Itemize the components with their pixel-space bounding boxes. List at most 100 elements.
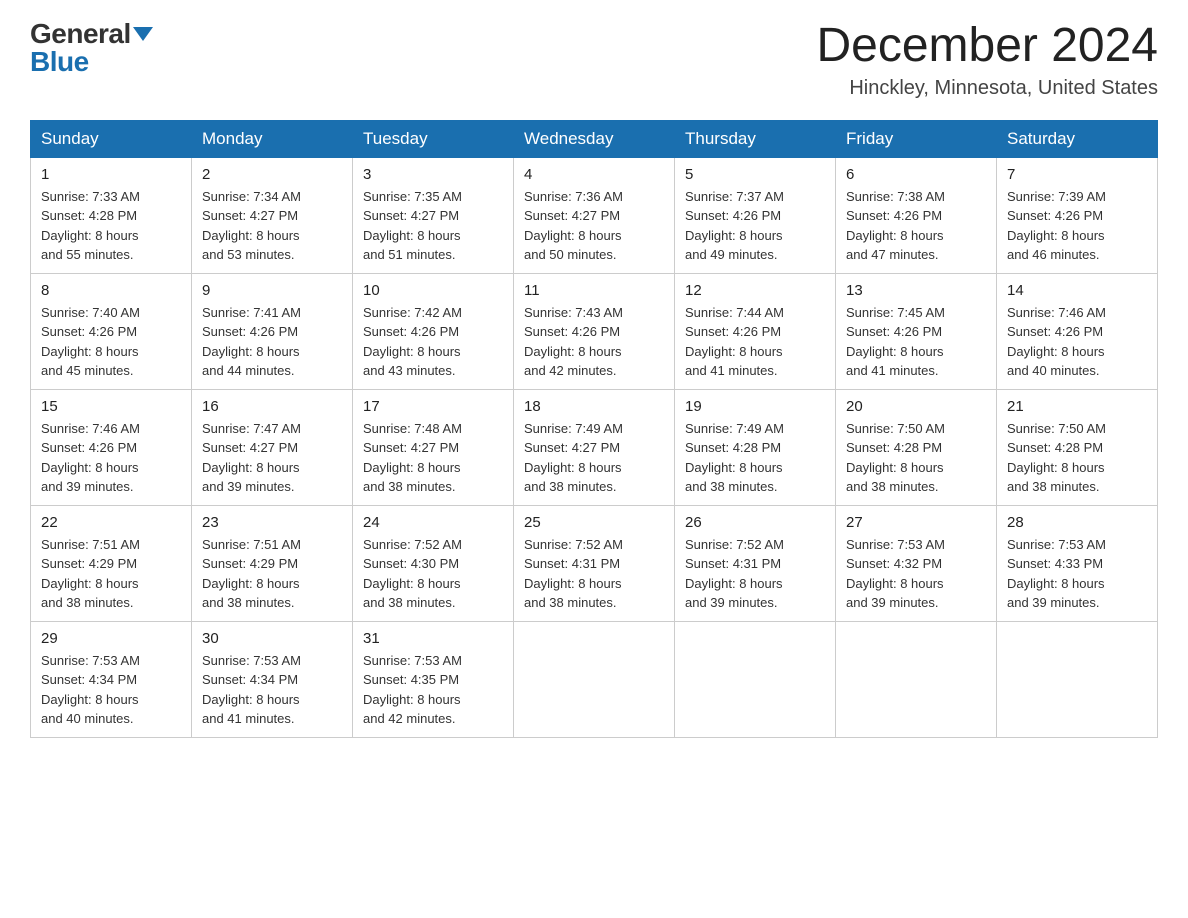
day-info: Sunrise: 7:39 AM Sunset: 4:26 PM Dayligh…	[1007, 187, 1147, 265]
calendar-cell: 7 Sunrise: 7:39 AM Sunset: 4:26 PM Dayli…	[997, 157, 1158, 273]
calendar-header-saturday: Saturday	[997, 120, 1158, 157]
calendar-header-row: SundayMondayTuesdayWednesdayThursdayFrid…	[31, 120, 1158, 157]
calendar-cell	[514, 621, 675, 737]
day-number: 13	[846, 282, 986, 299]
calendar-header-wednesday: Wednesday	[514, 120, 675, 157]
logo-general-text: General	[30, 20, 131, 48]
calendar-cell: 4 Sunrise: 7:36 AM Sunset: 4:27 PM Dayli…	[514, 157, 675, 273]
calendar-cell: 18 Sunrise: 7:49 AM Sunset: 4:27 PM Dayl…	[514, 389, 675, 505]
logo-blue-text: Blue	[30, 46, 89, 77]
day-number: 4	[524, 166, 664, 183]
calendar-cell: 17 Sunrise: 7:48 AM Sunset: 4:27 PM Dayl…	[353, 389, 514, 505]
calendar-cell: 15 Sunrise: 7:46 AM Sunset: 4:26 PM Dayl…	[31, 389, 192, 505]
day-info: Sunrise: 7:36 AM Sunset: 4:27 PM Dayligh…	[524, 187, 664, 265]
day-number: 25	[524, 514, 664, 531]
calendar-header-tuesday: Tuesday	[353, 120, 514, 157]
day-number: 5	[685, 166, 825, 183]
day-info: Sunrise: 7:49 AM Sunset: 4:27 PM Dayligh…	[524, 419, 664, 497]
day-number: 21	[1007, 398, 1147, 415]
calendar-cell: 5 Sunrise: 7:37 AM Sunset: 4:26 PM Dayli…	[675, 157, 836, 273]
calendar-cell: 6 Sunrise: 7:38 AM Sunset: 4:26 PM Dayli…	[836, 157, 997, 273]
day-number: 26	[685, 514, 825, 531]
calendar-cell: 1 Sunrise: 7:33 AM Sunset: 4:28 PM Dayli…	[31, 157, 192, 273]
day-info: Sunrise: 7:48 AM Sunset: 4:27 PM Dayligh…	[363, 419, 503, 497]
day-number: 31	[363, 630, 503, 647]
calendar-header-friday: Friday	[836, 120, 997, 157]
day-number: 15	[41, 398, 181, 415]
calendar-cell: 28 Sunrise: 7:53 AM Sunset: 4:33 PM Dayl…	[997, 505, 1158, 621]
calendar-cell: 23 Sunrise: 7:51 AM Sunset: 4:29 PM Dayl…	[192, 505, 353, 621]
day-info: Sunrise: 7:53 AM Sunset: 4:34 PM Dayligh…	[41, 651, 181, 729]
day-info: Sunrise: 7:43 AM Sunset: 4:26 PM Dayligh…	[524, 303, 664, 381]
page-header: General Blue December 2024 Hinckley, Min…	[30, 20, 1158, 100]
day-info: Sunrise: 7:53 AM Sunset: 4:33 PM Dayligh…	[1007, 535, 1147, 613]
calendar-cell: 8 Sunrise: 7:40 AM Sunset: 4:26 PM Dayli…	[31, 273, 192, 389]
calendar-cell: 11 Sunrise: 7:43 AM Sunset: 4:26 PM Dayl…	[514, 273, 675, 389]
calendar-cell	[997, 621, 1158, 737]
calendar-header-thursday: Thursday	[675, 120, 836, 157]
day-info: Sunrise: 7:51 AM Sunset: 4:29 PM Dayligh…	[202, 535, 342, 613]
title-block: December 2024 Hinckley, Minnesota, Unite…	[816, 20, 1158, 100]
day-number: 12	[685, 282, 825, 299]
calendar-cell: 29 Sunrise: 7:53 AM Sunset: 4:34 PM Dayl…	[31, 621, 192, 737]
calendar-week-1: 1 Sunrise: 7:33 AM Sunset: 4:28 PM Dayli…	[31, 157, 1158, 273]
calendar-cell: 25 Sunrise: 7:52 AM Sunset: 4:31 PM Dayl…	[514, 505, 675, 621]
calendar-cell: 26 Sunrise: 7:52 AM Sunset: 4:31 PM Dayl…	[675, 505, 836, 621]
day-info: Sunrise: 7:44 AM Sunset: 4:26 PM Dayligh…	[685, 303, 825, 381]
day-info: Sunrise: 7:35 AM Sunset: 4:27 PM Dayligh…	[363, 187, 503, 265]
day-info: Sunrise: 7:41 AM Sunset: 4:26 PM Dayligh…	[202, 303, 342, 381]
day-number: 29	[41, 630, 181, 647]
day-number: 9	[202, 282, 342, 299]
calendar-week-5: 29 Sunrise: 7:53 AM Sunset: 4:34 PM Dayl…	[31, 621, 1158, 737]
day-info: Sunrise: 7:45 AM Sunset: 4:26 PM Dayligh…	[846, 303, 986, 381]
day-number: 28	[1007, 514, 1147, 531]
day-number: 18	[524, 398, 664, 415]
location-title: Hinckley, Minnesota, United States	[816, 77, 1158, 100]
day-number: 11	[524, 282, 664, 299]
day-number: 19	[685, 398, 825, 415]
day-info: Sunrise: 7:53 AM Sunset: 4:35 PM Dayligh…	[363, 651, 503, 729]
calendar-cell	[675, 621, 836, 737]
calendar-cell: 9 Sunrise: 7:41 AM Sunset: 4:26 PM Dayli…	[192, 273, 353, 389]
day-info: Sunrise: 7:34 AM Sunset: 4:27 PM Dayligh…	[202, 187, 342, 265]
day-number: 1	[41, 166, 181, 183]
day-info: Sunrise: 7:52 AM Sunset: 4:30 PM Dayligh…	[363, 535, 503, 613]
day-info: Sunrise: 7:38 AM Sunset: 4:26 PM Dayligh…	[846, 187, 986, 265]
day-info: Sunrise: 7:52 AM Sunset: 4:31 PM Dayligh…	[524, 535, 664, 613]
day-number: 3	[363, 166, 503, 183]
calendar-cell: 16 Sunrise: 7:47 AM Sunset: 4:27 PM Dayl…	[192, 389, 353, 505]
calendar-week-4: 22 Sunrise: 7:51 AM Sunset: 4:29 PM Dayl…	[31, 505, 1158, 621]
day-info: Sunrise: 7:33 AM Sunset: 4:28 PM Dayligh…	[41, 187, 181, 265]
calendar-cell: 10 Sunrise: 7:42 AM Sunset: 4:26 PM Dayl…	[353, 273, 514, 389]
day-number: 22	[41, 514, 181, 531]
calendar-cell: 12 Sunrise: 7:44 AM Sunset: 4:26 PM Dayl…	[675, 273, 836, 389]
day-info: Sunrise: 7:46 AM Sunset: 4:26 PM Dayligh…	[41, 419, 181, 497]
calendar-cell: 19 Sunrise: 7:49 AM Sunset: 4:28 PM Dayl…	[675, 389, 836, 505]
day-info: Sunrise: 7:53 AM Sunset: 4:34 PM Dayligh…	[202, 651, 342, 729]
calendar-cell: 14 Sunrise: 7:46 AM Sunset: 4:26 PM Dayl…	[997, 273, 1158, 389]
calendar-cell: 13 Sunrise: 7:45 AM Sunset: 4:26 PM Dayl…	[836, 273, 997, 389]
day-number: 20	[846, 398, 986, 415]
calendar-cell: 3 Sunrise: 7:35 AM Sunset: 4:27 PM Dayli…	[353, 157, 514, 273]
calendar-week-2: 8 Sunrise: 7:40 AM Sunset: 4:26 PM Dayli…	[31, 273, 1158, 389]
day-info: Sunrise: 7:53 AM Sunset: 4:32 PM Dayligh…	[846, 535, 986, 613]
logo-triangle-icon	[133, 27, 153, 41]
calendar-table: SundayMondayTuesdayWednesdayThursdayFrid…	[30, 120, 1158, 738]
day-info: Sunrise: 7:40 AM Sunset: 4:26 PM Dayligh…	[41, 303, 181, 381]
day-number: 23	[202, 514, 342, 531]
day-number: 10	[363, 282, 503, 299]
calendar-cell: 2 Sunrise: 7:34 AM Sunset: 4:27 PM Dayli…	[192, 157, 353, 273]
day-number: 16	[202, 398, 342, 415]
calendar-cell	[836, 621, 997, 737]
day-number: 17	[363, 398, 503, 415]
calendar-cell: 22 Sunrise: 7:51 AM Sunset: 4:29 PM Dayl…	[31, 505, 192, 621]
day-number: 6	[846, 166, 986, 183]
day-info: Sunrise: 7:47 AM Sunset: 4:27 PM Dayligh…	[202, 419, 342, 497]
day-number: 2	[202, 166, 342, 183]
calendar-cell: 31 Sunrise: 7:53 AM Sunset: 4:35 PM Dayl…	[353, 621, 514, 737]
calendar-week-3: 15 Sunrise: 7:46 AM Sunset: 4:26 PM Dayl…	[31, 389, 1158, 505]
day-number: 27	[846, 514, 986, 531]
calendar-header-sunday: Sunday	[31, 120, 192, 157]
day-info: Sunrise: 7:42 AM Sunset: 4:26 PM Dayligh…	[363, 303, 503, 381]
day-info: Sunrise: 7:46 AM Sunset: 4:26 PM Dayligh…	[1007, 303, 1147, 381]
